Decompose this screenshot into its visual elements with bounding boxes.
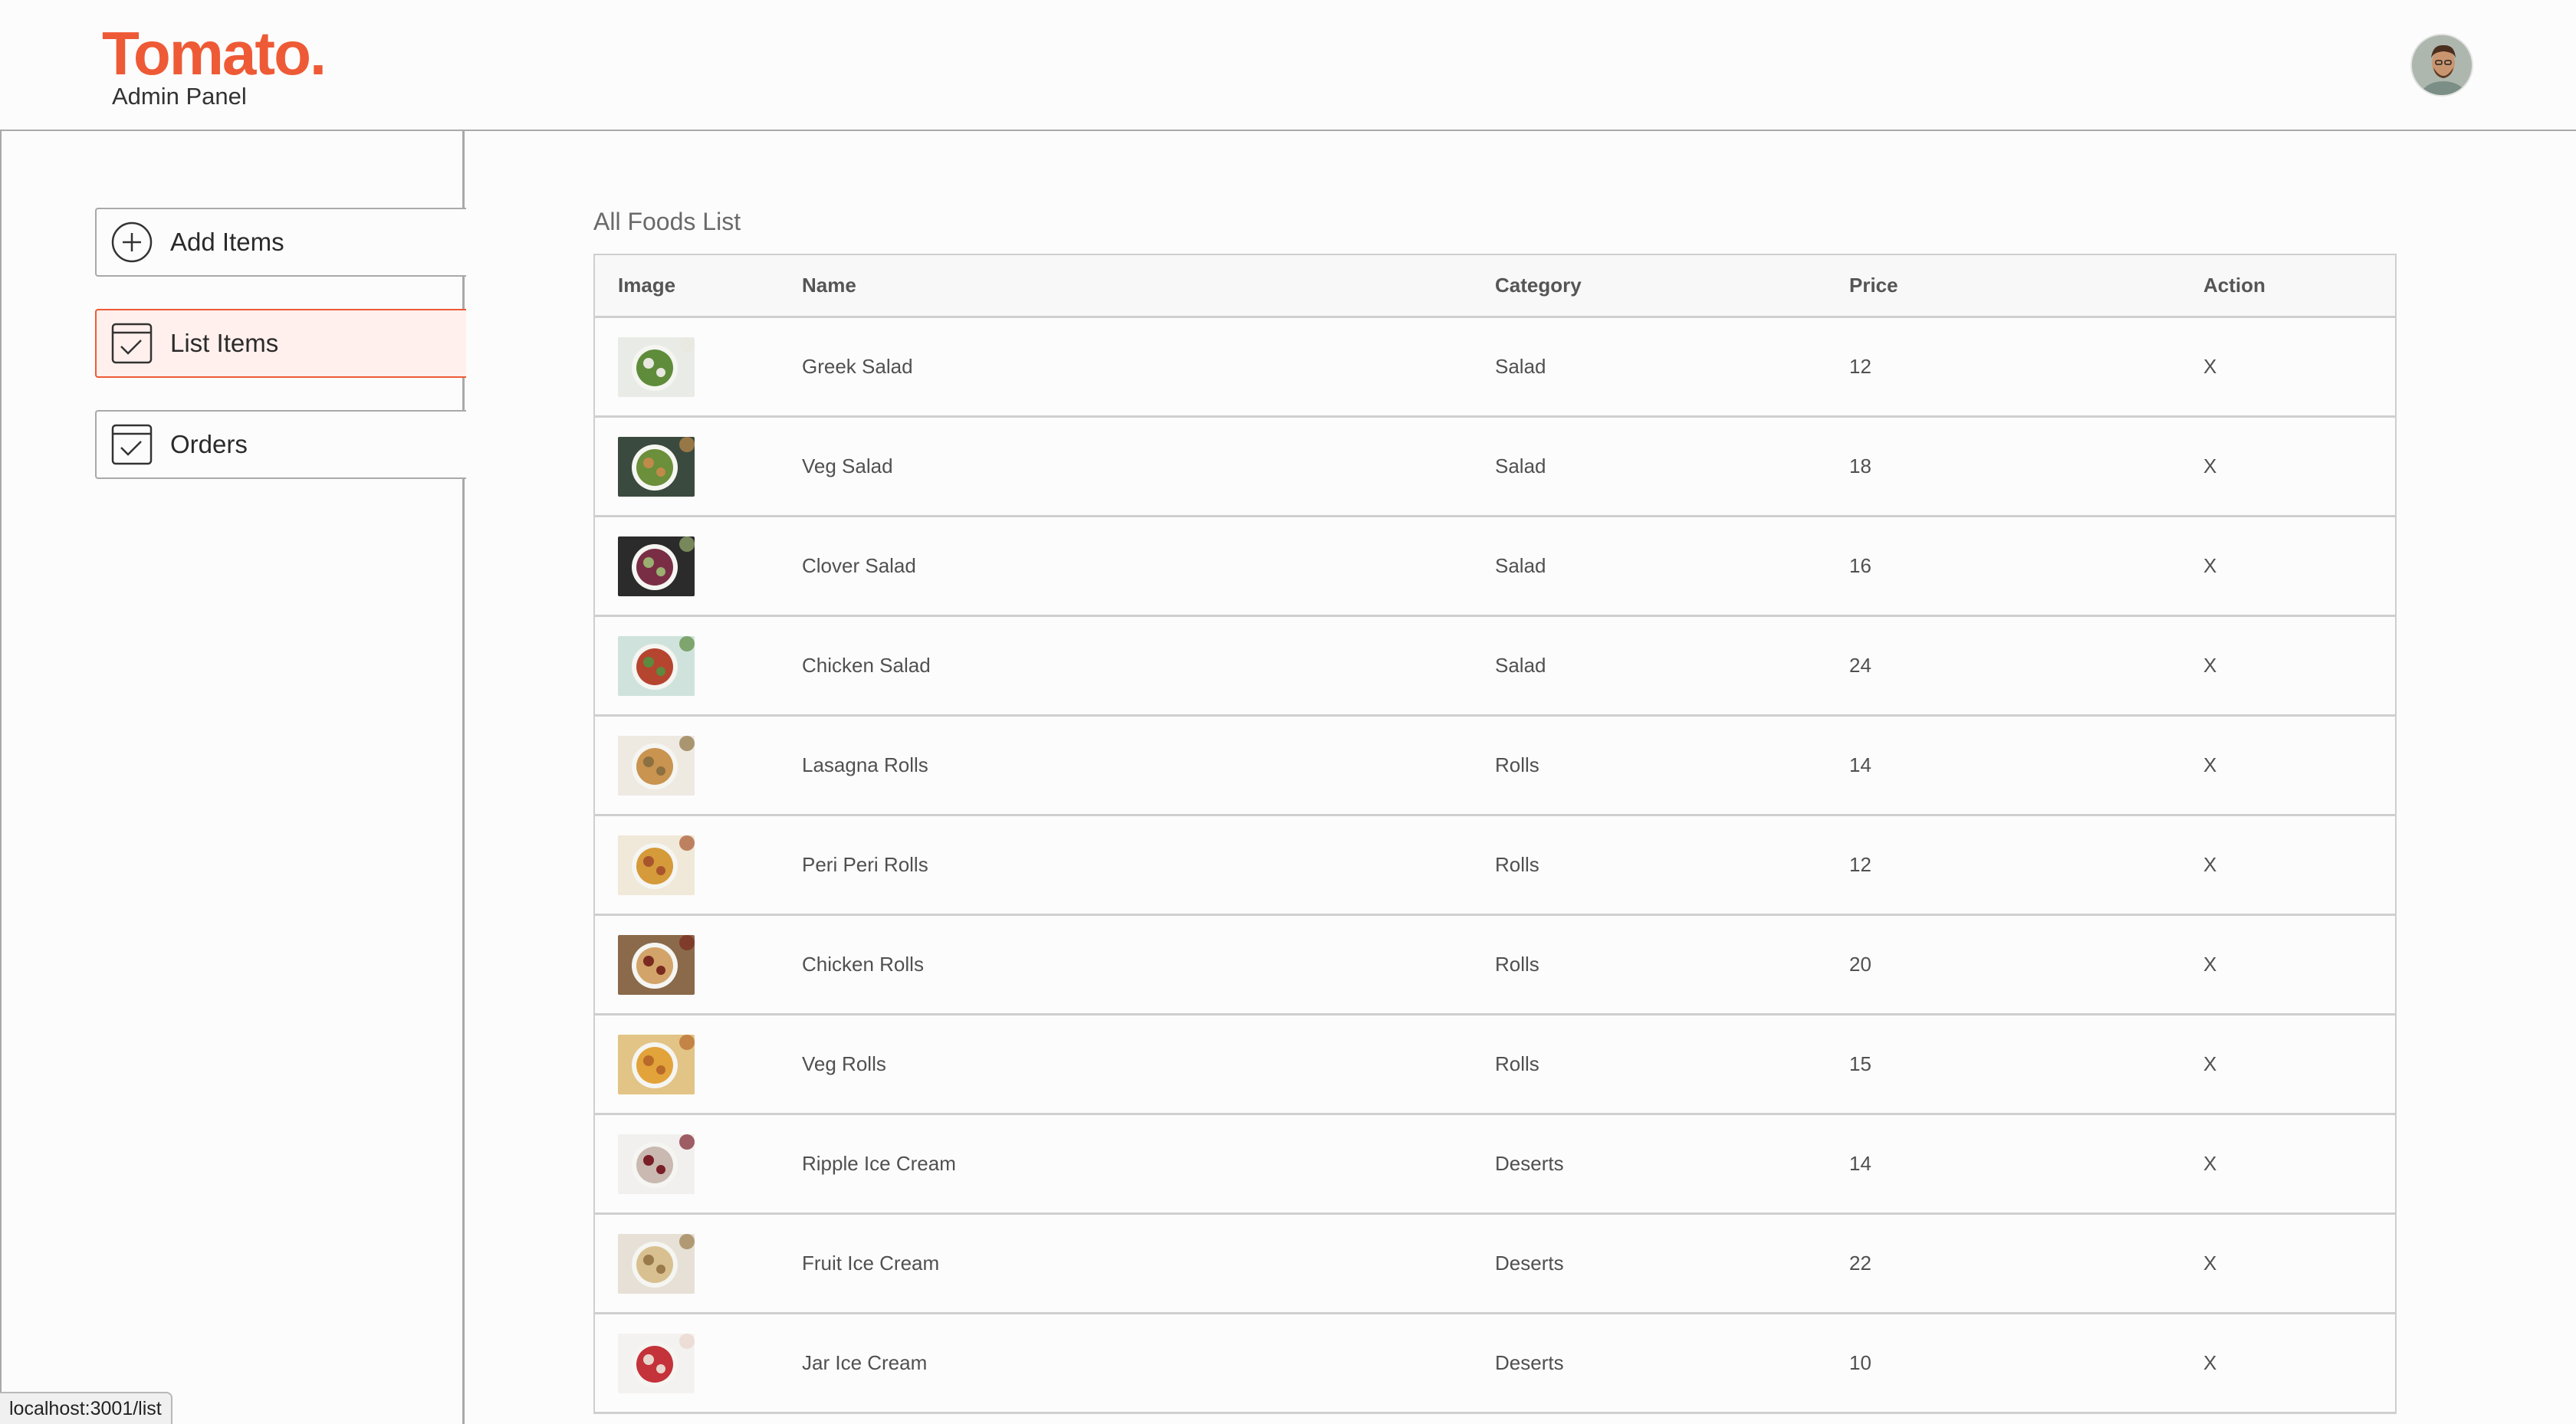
food-name: Veg Rolls (802, 1052, 886, 1075)
food-name: Chicken Rolls (802, 953, 924, 976)
table-row: Veg Salad Salad 18 X (595, 418, 2395, 517)
food-thumbnail (618, 1034, 695, 1094)
food-thumbnail (618, 1333, 695, 1393)
sidebar-item-list-items[interactable]: List Items (95, 309, 466, 378)
admin-panel-subtitle: Admin Panel (112, 83, 247, 110)
food-category: Rolls (1495, 753, 1539, 776)
food-price: 18 (1849, 454, 1871, 477)
food-category: Rolls (1495, 953, 1539, 976)
food-price: 16 (1849, 554, 1871, 577)
food-name: Lasagna Rolls (802, 753, 928, 776)
food-price: 14 (1849, 1152, 1871, 1175)
food-name: Greek Salad (802, 355, 913, 378)
food-thumbnail (618, 336, 695, 397)
remove-item-button[interactable]: X (2203, 753, 2421, 777)
table-row: Fruit Ice Cream Deserts 22 X (595, 1215, 2395, 1314)
food-category: Salad (1495, 355, 1546, 378)
table-row: Lasagna Rolls Rolls 14 X (595, 717, 2395, 816)
food-price: 22 (1849, 1252, 1871, 1275)
food-name: Peri Peri Rolls (802, 853, 928, 876)
food-price: 12 (1849, 853, 1871, 876)
table-row: Veg Rolls Rolls 15 X (595, 1016, 2395, 1115)
main-content: All Foods List Image Name Category Price… (593, 131, 2397, 1424)
profile-avatar[interactable] (2410, 34, 2473, 97)
table-header: Image Name Category Price Action (595, 255, 2395, 318)
table-row: Peri Peri Rolls Rolls 12 X (595, 816, 2395, 916)
food-price: 15 (1849, 1052, 1871, 1075)
navbar: Tomato. Admin Panel (0, 0, 2576, 131)
table-row: Chicken Rolls Rolls 20 X (595, 916, 2395, 1016)
remove-item-button[interactable]: X (2203, 1152, 2421, 1176)
column-header-image: Image (618, 274, 676, 297)
food-thumbnail (618, 635, 695, 696)
status-bar-url: localhost:3001/list (0, 1392, 172, 1424)
food-thumbnail (618, 436, 695, 497)
column-header-category: Category (1495, 274, 1582, 297)
sidebar-item-label: List Items (170, 329, 279, 357)
remove-item-button[interactable]: X (2203, 953, 2421, 976)
food-category: Rolls (1495, 853, 1539, 876)
sidebar-item-add-items[interactable]: Add Items (95, 208, 466, 277)
sidebar-item-label: Add Items (170, 228, 284, 256)
remove-item-button[interactable]: X (2203, 1252, 2421, 1275)
table-row: Clover Salad Salad 16 X (595, 517, 2395, 617)
food-name: Fruit Ice Cream (802, 1252, 940, 1275)
page-title: All Foods List (593, 208, 741, 235)
food-thumbnail (618, 934, 695, 995)
food-category: Deserts (1495, 1351, 1564, 1374)
remove-item-button[interactable]: X (2203, 1351, 2421, 1375)
logo[interactable]: Tomato. (102, 18, 327, 89)
food-thumbnail (618, 1134, 695, 1194)
food-price: 24 (1849, 654, 1871, 677)
remove-item-button[interactable]: X (2203, 1052, 2421, 1076)
remove-item-button[interactable]: X (2203, 554, 2421, 578)
food-thumbnail (618, 536, 695, 596)
food-category: Deserts (1495, 1252, 1564, 1275)
food-price: 20 (1849, 953, 1871, 976)
table-row: Chicken Salad Salad 24 X (595, 617, 2395, 717)
food-thumbnail (618, 835, 695, 895)
table-row: Jar Ice Cream Deserts 10 X (595, 1314, 2395, 1414)
table-row: Ripple Ice Cream Deserts 14 X (595, 1115, 2395, 1215)
food-name: Clover Salad (802, 554, 916, 577)
food-name: Ripple Ice Cream (802, 1152, 956, 1175)
food-name: Jar Ice Cream (802, 1351, 928, 1374)
sidebar-item-label: Orders (170, 430, 248, 458)
food-category: Rolls (1495, 1052, 1539, 1075)
food-thumbnail (618, 1233, 695, 1294)
checklist-icon (110, 322, 153, 365)
food-name: Veg Salad (802, 454, 893, 477)
food-category: Deserts (1495, 1152, 1564, 1175)
food-category: Salad (1495, 654, 1546, 677)
food-category: Salad (1495, 454, 1546, 477)
food-price: 10 (1849, 1351, 1871, 1374)
table-row: Greek Salad Salad 12 X (595, 318, 2395, 418)
food-price: 14 (1849, 753, 1871, 776)
foods-table: Image Name Category Price Action Greek S… (593, 254, 2397, 1414)
remove-item-button[interactable]: X (2203, 355, 2421, 379)
column-header-price: Price (1849, 274, 1898, 297)
remove-item-button[interactable]: X (2203, 654, 2421, 678)
sidebar-item-orders[interactable]: Orders (95, 410, 466, 479)
food-thumbnail (618, 735, 695, 796)
remove-item-button[interactable]: X (2203, 454, 2421, 478)
remove-item-button[interactable]: X (2203, 853, 2421, 877)
food-category: Salad (1495, 554, 1546, 577)
food-name: Chicken Salad (802, 654, 931, 677)
plus-circle-icon (110, 221, 153, 264)
column-header-action: Action (2203, 274, 2266, 297)
column-header-name: Name (802, 274, 856, 297)
food-price: 12 (1849, 355, 1871, 378)
checklist-icon (110, 423, 153, 466)
sidebar: Add Items List Items Orders (0, 131, 466, 1424)
